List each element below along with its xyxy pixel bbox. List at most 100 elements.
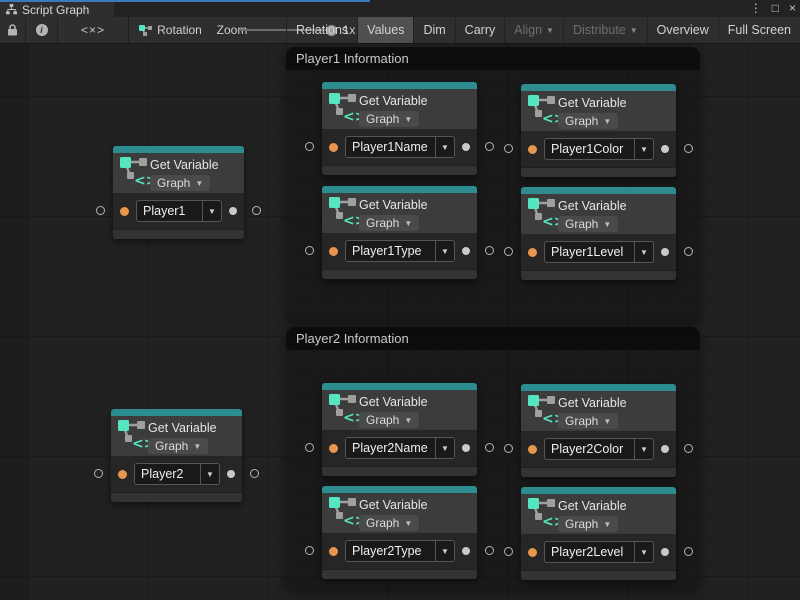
input-port-ring[interactable] (305, 142, 314, 151)
menu-icon[interactable]: ⋮ (750, 0, 762, 17)
input-port-ring[interactable] (504, 547, 513, 556)
tab-script-graph[interactable]: Script Graph (0, 2, 114, 17)
input-port-ring[interactable] (94, 469, 103, 478)
value-output-port[interactable] (462, 247, 470, 255)
variable-name-dropdown[interactable]: Player1Color ▼ (544, 138, 654, 160)
overview-button[interactable]: Overview (647, 17, 718, 43)
get-variable-node[interactable]: <> Get Variable Graph ▼ Player1Name ▼ (322, 82, 477, 175)
maximize-icon[interactable]: □ (772, 0, 779, 17)
value-output-port[interactable] (661, 445, 669, 453)
graph-kind-dropdown[interactable]: Graph ▼ (558, 216, 618, 232)
variable-input-port[interactable] (329, 547, 338, 556)
variable-input-port[interactable] (528, 248, 537, 257)
lock-button[interactable] (0, 17, 25, 43)
input-port-ring[interactable] (504, 247, 513, 256)
variable-input-port[interactable] (528, 548, 537, 557)
value-output-port[interactable] (227, 470, 235, 478)
relations-button[interactable]: Relations (286, 17, 357, 43)
value-output-port[interactable] (462, 143, 470, 151)
value-output-port[interactable] (462, 547, 470, 555)
dim-button[interactable]: Dim (413, 17, 454, 43)
variable-input-port[interactable] (528, 445, 537, 454)
output-port-ring[interactable] (252, 206, 261, 215)
output-port-ring[interactable] (250, 469, 259, 478)
variable-input-port[interactable] (118, 470, 127, 479)
input-port-ring[interactable] (96, 206, 105, 215)
graph-canvas[interactable]: Player1 Information Player2 Information … (0, 44, 800, 600)
variable-input-port[interactable] (329, 247, 338, 256)
input-port-ring[interactable] (504, 144, 513, 153)
group-header[interactable]: Player2 Information (286, 327, 700, 350)
chevron-down-icon[interactable]: ▼ (634, 439, 653, 459)
output-port-ring[interactable] (485, 246, 494, 255)
variable-name-dropdown[interactable]: Player1Name ▼ (345, 136, 455, 158)
group-header[interactable]: Player1 Information (286, 47, 700, 70)
variable-input-port[interactable] (120, 207, 129, 216)
chevron-down-icon[interactable]: ▼ (634, 242, 653, 262)
graph-kind-dropdown[interactable]: Graph ▼ (359, 215, 419, 231)
value-output-port[interactable] (229, 207, 237, 215)
value-output-port[interactable] (661, 248, 669, 256)
get-variable-node[interactable]: <> Get Variable Graph ▼ Player2Name ▼ (322, 383, 477, 476)
graph-kind-dropdown[interactable]: Graph ▼ (359, 515, 419, 531)
value-output-port[interactable] (661, 145, 669, 153)
variable-input-port[interactable] (329, 444, 338, 453)
get-variable-node[interactable]: <> Get Variable Graph ▼ Player2Level ▼ (521, 487, 676, 580)
chevron-down-icon[interactable]: ▼ (202, 201, 221, 221)
info-button[interactable]: i (26, 17, 57, 43)
value-output-port[interactable] (661, 548, 669, 556)
variable-input-port[interactable] (528, 145, 537, 154)
get-variable-node[interactable]: <> Get Variable Graph ▼ Player2Type ▼ (322, 486, 477, 579)
chevron-down-icon[interactable]: ▼ (435, 438, 454, 458)
get-variable-node[interactable]: <> Get Variable Graph ▼ Player1Type ▼ (322, 186, 477, 279)
variable-name-dropdown[interactable]: Player2Name ▼ (345, 437, 455, 459)
carry-button[interactable]: Carry (455, 17, 505, 43)
variable-name-dropdown[interactable]: Player2 ▼ (134, 463, 220, 485)
input-port-ring[interactable] (305, 546, 314, 555)
graph-kind-dropdown[interactable]: Graph ▼ (558, 516, 618, 532)
variable-name-dropdown[interactable]: Player1 ▼ (136, 200, 222, 222)
align-dropdown-button[interactable]: Align ▼ (504, 17, 563, 43)
get-variable-node[interactable]: <> Get Variable Graph ▼ Player1Level ▼ (521, 187, 676, 280)
output-port-ring[interactable] (684, 144, 693, 153)
input-port-ring[interactable] (305, 246, 314, 255)
output-port-ring[interactable] (485, 142, 494, 151)
chevron-down-icon[interactable]: ▼ (634, 542, 653, 562)
variable-name-dropdown[interactable]: Player1Type ▼ (345, 240, 455, 262)
output-port-ring[interactable] (684, 444, 693, 453)
get-variable-node[interactable]: <> Get Variable Graph ▼ Player2Color ▼ (521, 384, 676, 477)
get-variable-node[interactable]: <> Get Variable Graph ▼ Player1 ▼ (113, 146, 244, 239)
graph-kind-dropdown[interactable]: Graph ▼ (558, 113, 618, 129)
distribute-dropdown-button[interactable]: Distribute ▼ (563, 17, 647, 43)
close-icon[interactable]: × (789, 0, 796, 17)
value-output-port[interactable] (462, 444, 470, 452)
rotation-breadcrumb[interactable]: Rotation (132, 17, 208, 43)
chevron-down-icon[interactable]: ▼ (435, 241, 454, 261)
graph-kind-dropdown[interactable]: Graph ▼ (359, 412, 419, 428)
input-port-ring[interactable] (305, 443, 314, 452)
graph-kind-dropdown[interactable]: Graph ▼ (150, 175, 210, 191)
variable-input-port[interactable] (329, 143, 338, 152)
graph-kind-dropdown[interactable]: Graph ▼ (148, 438, 208, 454)
graph-kind-dropdown[interactable]: Graph ▼ (558, 413, 618, 429)
variable-name-dropdown[interactable]: Player2Color ▼ (544, 438, 654, 460)
fullscreen-button[interactable]: Full Screen (718, 17, 800, 43)
graph-kind-dropdown[interactable]: Graph ▼ (359, 111, 419, 127)
chevron-down-icon[interactable]: ▼ (435, 137, 454, 157)
node-footer (521, 467, 676, 477)
output-port-ring[interactable] (485, 546, 494, 555)
variable-name-dropdown[interactable]: Player2Type ▼ (345, 540, 455, 562)
output-port-ring[interactable] (485, 443, 494, 452)
get-variable-node[interactable]: <> Get Variable Graph ▼ Player2 ▼ (111, 409, 242, 502)
chevron-down-icon[interactable]: ▼ (200, 464, 219, 484)
output-port-ring[interactable] (684, 247, 693, 256)
values-button[interactable]: Values (357, 17, 413, 43)
code-view-button[interactable]: <×> (58, 17, 128, 43)
variable-name-dropdown[interactable]: Player2Level ▼ (544, 541, 654, 563)
input-port-ring[interactable] (504, 444, 513, 453)
get-variable-node[interactable]: <> Get Variable Graph ▼ Player1Color ▼ (521, 84, 676, 177)
variable-name-dropdown[interactable]: Player1Level ▼ (544, 241, 654, 263)
chevron-down-icon[interactable]: ▼ (634, 139, 653, 159)
output-port-ring[interactable] (684, 547, 693, 556)
chevron-down-icon[interactable]: ▼ (435, 541, 454, 561)
